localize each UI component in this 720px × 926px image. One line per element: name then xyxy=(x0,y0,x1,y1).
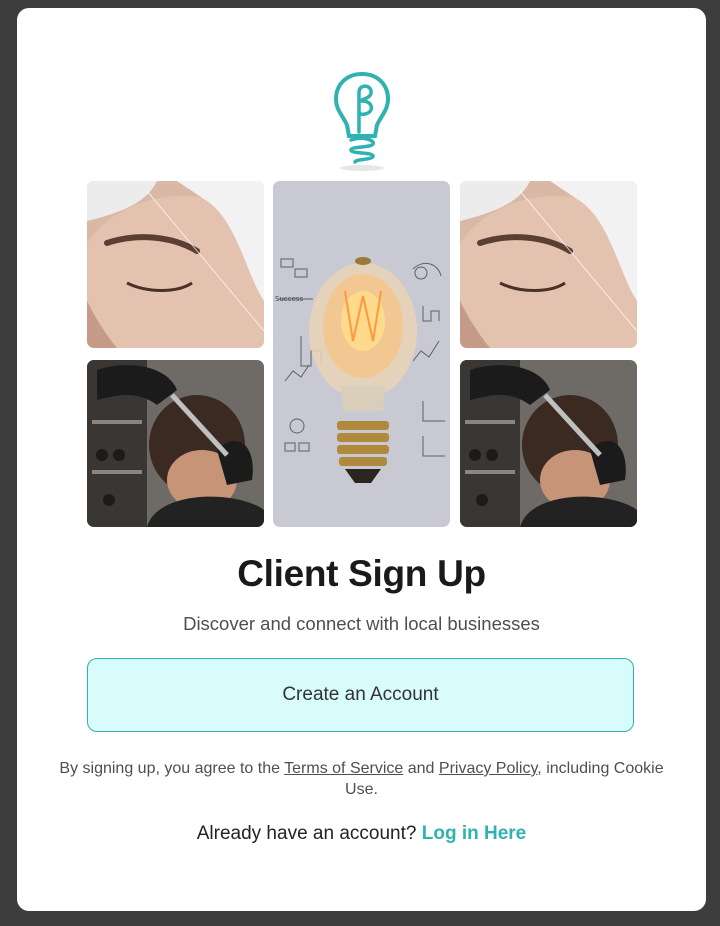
privacy-policy-link[interactable]: Privacy Policy xyxy=(439,760,537,777)
lightbulb-ideas-photo: Success xyxy=(273,181,450,527)
create-account-button[interactable]: Create an Account xyxy=(87,658,634,732)
legal-prefix: By signing up, you agree to the xyxy=(59,760,280,777)
page-subtitle: Discover and connect with local business… xyxy=(183,613,540,634)
barber-haircut-photo-right xyxy=(460,360,637,527)
login-prompt: Already have an account? Log in Here xyxy=(17,823,706,845)
lightbulb-logo-icon xyxy=(333,70,391,174)
login-prompt-text: Already have an account? xyxy=(196,823,417,844)
eyebrow-threading-photo-right xyxy=(460,181,637,348)
image-gallery: Success xyxy=(87,181,637,527)
page-title: Client Sign Up xyxy=(237,553,486,594)
legal-and: and xyxy=(407,760,435,777)
eyebrow-threading-photo-left xyxy=(87,181,264,348)
svg-text:Success: Success xyxy=(275,295,304,303)
login-link[interactable]: Log in Here xyxy=(422,823,527,844)
signup-card: Success Client Sign Up Discover and conn… xyxy=(17,8,706,911)
terms-of-service-link[interactable]: Terms of Service xyxy=(284,760,403,777)
legal-notice: By signing up, you agree to the Terms of… xyxy=(57,758,666,800)
barber-haircut-photo-left xyxy=(87,360,264,527)
